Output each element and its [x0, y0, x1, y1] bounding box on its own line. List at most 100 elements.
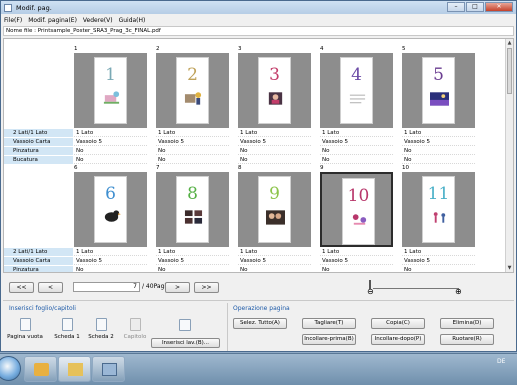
page-preview: 1 [94, 57, 127, 124]
cell-punch: No [320, 156, 393, 164]
page-thumb-5[interactable]: 55 [402, 46, 475, 128]
cell-staple: No [402, 266, 475, 272]
cell-punch: No [238, 156, 311, 164]
cell-staple: No [402, 147, 475, 155]
page-digit: 9 [269, 184, 280, 204]
copy-button[interactable]: Copia(C) [371, 318, 425, 329]
title-bar[interactable]: Modif. pag. – □ ✕ [1, 1, 516, 14]
row-label-sides: 2 Lati/1 Lato [4, 129, 73, 137]
page-thumb-2[interactable]: 22 [156, 46, 229, 128]
cell-staple: No [238, 147, 311, 155]
cut-button[interactable]: Tagliare(T) [302, 318, 356, 329]
page-thumb-6[interactable]: 66 [74, 165, 147, 247]
page-number: 5 [402, 46, 406, 52]
prev-page-button[interactable]: < [38, 282, 63, 293]
page-thumbnail-pane: 11 22 33 44 55 2 Lati/1 Lato 1 Lato 1 Lat… [3, 38, 514, 273]
page-digit: 4 [351, 65, 362, 85]
select-all-button[interactable]: Selez. Tutto(A) [233, 318, 287, 329]
minimize-button[interactable]: – [447, 2, 465, 12]
row-label-staple: Pinzatura [4, 147, 73, 155]
first-page-button[interactable]: << [9, 282, 34, 293]
page-thumb-9[interactable]: 9 10 [320, 165, 393, 247]
taskbar-app-paint[interactable] [24, 356, 57, 382]
page-illustration [352, 214, 367, 225]
page-thumb-10[interactable]: 10 11 [402, 165, 475, 247]
page-thumb-1[interactable]: 11 [74, 46, 147, 128]
start-button[interactable] [0, 356, 21, 381]
page-preview: 4 [340, 57, 373, 124]
menu-bar: File(F) Modif. pagina(E) Vedere(V) Guida… [1, 15, 516, 25]
paste-after-button[interactable]: Incollare-dopo(P) [371, 334, 425, 345]
taskbar-app-driver[interactable] [92, 356, 125, 382]
page-preview: 5 [422, 57, 455, 124]
app-icon [4, 3, 12, 12]
language-indicator[interactable]: DE [497, 358, 505, 365]
zoom-out-icon[interactable]: ⊖ [367, 288, 374, 296]
last-page-button[interactable]: >> [194, 282, 219, 293]
page-preview: 10 [342, 178, 375, 245]
maximize-button[interactable]: □ [466, 2, 484, 12]
page-digit: 5 [433, 65, 444, 85]
page-preview: 11 [422, 176, 455, 243]
row-label-punch: Bucatura [4, 156, 73, 164]
cell-staple: No [156, 147, 229, 155]
page-row-1: 11 22 33 44 55 2 Lati/1 Lato 1 Lato 1 Lat… [4, 46, 507, 164]
scrollbar-thumb[interactable] [507, 48, 512, 94]
group-divider [227, 303, 228, 351]
chapter-item[interactable]: Capitolo [117, 318, 153, 340]
menu-view[interactable]: Vedere(V) [83, 17, 113, 24]
operation-group-title: Operazione pagina [233, 305, 290, 312]
cell-sides: 1 Lato [320, 248, 393, 256]
next-page-button[interactable]: > [165, 282, 190, 293]
page-number: 6 [74, 165, 78, 171]
tab-2-item[interactable]: Scheda 2 [83, 318, 119, 340]
page-preview: 6 [94, 176, 127, 243]
page-number: 1 [74, 46, 78, 52]
vertical-scrollbar[interactable]: ▲ ▼ [505, 39, 513, 272]
page-number: 8 [238, 165, 242, 171]
cell-tray: Vassoio 5 [320, 257, 393, 265]
taskbar-app-explorer[interactable] [58, 356, 91, 382]
page-thumb-7[interactable]: 78 [156, 165, 229, 247]
page-number: 9 [320, 165, 324, 171]
rotate-button[interactable]: Ruotare(R) [440, 334, 494, 345]
page-preview: 8 [176, 176, 209, 243]
page-number: 7 [156, 165, 160, 171]
page-thumb-4[interactable]: 44 [320, 46, 393, 128]
paste-before-button[interactable]: Incollare-prima(B) [302, 334, 356, 345]
menu-file[interactable]: File(F) [4, 17, 22, 24]
page-thumb-3[interactable]: 33 [238, 46, 311, 128]
tab-sheet-icon [61, 318, 73, 331]
page-thumb-8[interactable]: 89 [238, 165, 311, 247]
row-label-sides: 2 Lati/1 Lato [4, 248, 73, 256]
page-digit: 2 [187, 65, 198, 85]
page-row-2: 66 78 89 9 10 10 11 2 Lati/1 Lato 1 Lato 1 … [4, 165, 507, 272]
page-preview: 3 [258, 57, 291, 124]
taskbar: DE [0, 353, 517, 385]
chapter-icon [129, 318, 141, 331]
close-button[interactable]: ✕ [485, 2, 513, 12]
zoom-slider[interactable] [373, 288, 459, 289]
cell-sides: 1 Lato [156, 248, 229, 256]
zoom-in-icon[interactable]: ⊕ [455, 288, 462, 296]
cell-tray: Vassoio 5 [238, 138, 311, 146]
delete-button[interactable]: Elimina(D) [440, 318, 494, 329]
cell-tray: Vassoio 5 [74, 257, 147, 265]
cell-punch: No [402, 156, 475, 164]
menu-help[interactable]: Guida(H) [119, 17, 146, 24]
page-number-input[interactable]: 7 [73, 282, 140, 292]
file-name-bar: Nome file : Printsample_Poster_SRA3_Prag… [3, 26, 514, 36]
page-illustration [266, 210, 285, 225]
menu-edit-page[interactable]: Modif. pagina(E) [28, 17, 77, 24]
blank-page-item[interactable]: Pagina vuota [7, 318, 43, 340]
scroll-down-icon[interactable]: ▼ [506, 264, 513, 272]
cell-punch: No [74, 156, 147, 164]
scroll-up-icon[interactable]: ▲ [506, 39, 513, 47]
page-preview: 9 [258, 176, 291, 243]
cell-tray: Vassoio 5 [238, 257, 311, 265]
insert-job-button[interactable]: Inserisci lav.(B)... [151, 338, 220, 348]
page-illustration [103, 91, 120, 104]
cell-staple: No [238, 266, 311, 272]
page-digit: 6 [105, 184, 116, 204]
tab-1-item[interactable]: Scheda 1 [49, 318, 85, 340]
